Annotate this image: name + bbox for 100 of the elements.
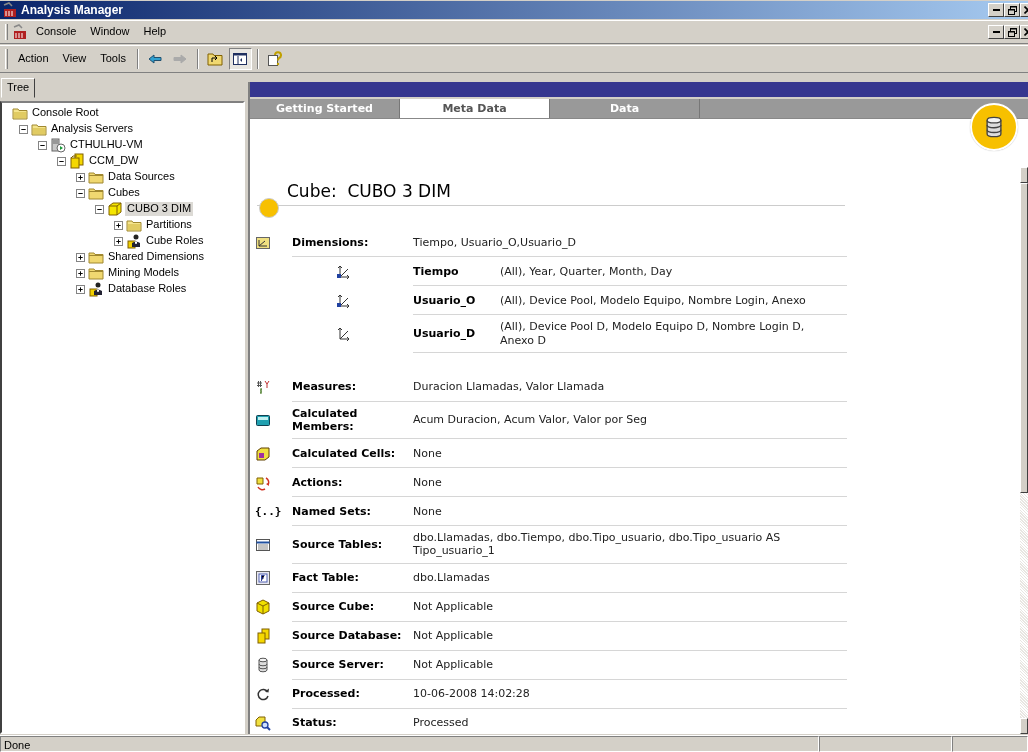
folder-icon: [88, 185, 104, 201]
chart-icon: [255, 234, 271, 251]
tree-toggle[interactable]: [76, 284, 85, 294]
left-arrow-icon: [147, 51, 164, 67]
document-icon: [255, 570, 271, 586]
dimension-levels: (All), Year, Quarter, Month, Day: [500, 264, 674, 278]
folder-icon: [31, 121, 47, 137]
property-label: Source Server:: [292, 657, 385, 672]
cube-icon: [107, 201, 123, 217]
property-value: None: [413, 446, 443, 460]
tree-toggle[interactable]: [114, 220, 123, 230]
tree-item[interactable]: Shared Dimensions: [106, 250, 206, 264]
tree-item[interactable]: Data Sources: [106, 170, 177, 184]
tree-toggle[interactable]: [38, 140, 47, 150]
plus-icon: [77, 269, 84, 277]
cylinder-icon: [255, 657, 271, 673]
people-icon: [126, 233, 142, 249]
tree-item[interactable]: CTHULHU-VM: [68, 138, 145, 152]
people-icon: [88, 281, 104, 297]
folder-icon: [88, 249, 104, 265]
cube-icon: [255, 445, 271, 462]
dimension-levels: (All), Device Pool, Modelo Equipo, Nombre Login, Anexo: [500, 293, 807, 307]
property-value: Processed: [413, 715, 470, 730]
database-icon: [69, 153, 85, 169]
property-value: None: [413, 475, 443, 489]
menu-item[interactable]: Window: [84, 23, 136, 41]
dimension-name: Usuario_D: [413, 327, 477, 341]
tree-toggle[interactable]: [76, 172, 85, 182]
scrollbar[interactable]: [1020, 167, 1028, 734]
tree-toggle[interactable]: [76, 268, 85, 278]
plus-icon: [115, 221, 122, 229]
scroll-down-button[interactable]: [1020, 718, 1028, 734]
tree-tab[interactable]: Tree: [1, 77, 36, 98]
tree-item[interactable]: CCM_DW: [87, 154, 141, 168]
tree-item[interactable]: Partitions: [144, 218, 194, 232]
tree-toggle[interactable]: [19, 124, 28, 134]
tree-item[interactable]: Database Roles: [106, 282, 189, 296]
property-value: dbo.Llamadas: [413, 570, 491, 585]
minimize-icon: [992, 9, 1000, 11]
tree-toggle[interactable]: [76, 188, 85, 198]
tree-item[interactable]: Console Root: [30, 106, 101, 120]
scroll-up-button[interactable]: [1020, 167, 1028, 183]
property-label: Fact Table:: [292, 570, 360, 585]
property-label: Processed:: [292, 686, 361, 701]
tree-toggle-button[interactable]: [228, 48, 252, 70]
menu-item[interactable]: Help: [137, 23, 173, 41]
folder-icon: [88, 169, 104, 185]
menu-item[interactable]: Action: [12, 50, 55, 68]
folder-icon: [12, 105, 28, 121]
restore-icon: [1007, 27, 1017, 37]
table-icon: [255, 536, 271, 553]
app-icon[interactable]: [12, 24, 28, 40]
tree-toggle[interactable]: [57, 156, 66, 166]
property-label: Dimensions:: [292, 235, 370, 249]
tree-item[interactable]: Cubes: [106, 186, 142, 200]
tab[interactable]: Meta Data: [400, 99, 550, 118]
axes-icon: [335, 263, 351, 280]
menu-item[interactable]: Console: [30, 23, 83, 41]
symbols-icon: [255, 379, 271, 396]
property-value: Duracion Llamadas, Valor Llamada: [413, 380, 606, 394]
scroll-thumb[interactable]: [1020, 183, 1028, 493]
folder-icon: [207, 51, 224, 67]
menu-item[interactable]: Tools: [94, 50, 132, 68]
panel-icon: [255, 412, 271, 429]
restore-button[interactable]: [1004, 3, 1020, 17]
restore-icon: [1007, 5, 1017, 15]
tree-item[interactable]: Cube Roles: [144, 234, 206, 248]
property-value: Not Applicable: [413, 628, 494, 643]
property-label: Measures:: [292, 380, 358, 394]
tree-item[interactable]: CUBO 3 DIM: [125, 202, 194, 216]
panes-icon: [232, 51, 249, 67]
tree-toggle[interactable]: [95, 204, 104, 214]
tree-toggle[interactable]: [114, 236, 123, 246]
dimension-name: Usuario_O: [413, 293, 477, 307]
minimize-button[interactable]: [988, 25, 1004, 39]
refresh-icon: [255, 686, 271, 702]
minimize-icon: [992, 31, 1000, 33]
cycle-arrows-icon: [255, 474, 271, 491]
tree-toggle[interactable]: [76, 252, 85, 262]
minimize-button[interactable]: [988, 3, 1004, 17]
plus-icon: [77, 173, 84, 181]
property-value: Tiempo, Usuario_O,Usuario_D: [413, 235, 577, 249]
property-label: Source Cube:: [292, 599, 376, 614]
tree-item[interactable]: Analysis Servers: [49, 122, 135, 136]
help-icon: [267, 51, 284, 67]
axes-icon: [335, 326, 351, 343]
property-label: Actions:: [292, 475, 344, 489]
property-value: Not Applicable: [413, 599, 494, 614]
database-icon: [983, 114, 1005, 140]
property-label: Source Tables:: [292, 537, 384, 551]
property-value: dbo.Llamadas, dbo.Tiempo, dbo.Tipo_usuario, dbo.Tipo_usuario AS Tipo_usuario_1: [413, 531, 782, 558]
menu-item[interactable]: View: [56, 50, 93, 68]
tree-item[interactable]: Mining Models: [106, 266, 181, 280]
property-value: Acum Duracion, Acum Valor, Valor por Seg: [413, 413, 649, 427]
restore-button[interactable]: [1004, 25, 1020, 39]
dimension-levels: (All), Device Pool D, Modelo Equipo D, Nombre Login D, Anexo D: [500, 320, 806, 347]
status-text: Done: [0, 736, 819, 752]
property-label: Named Sets:: [292, 504, 372, 518]
property-value: Not Applicable: [413, 657, 494, 672]
plus-icon: [77, 253, 84, 261]
